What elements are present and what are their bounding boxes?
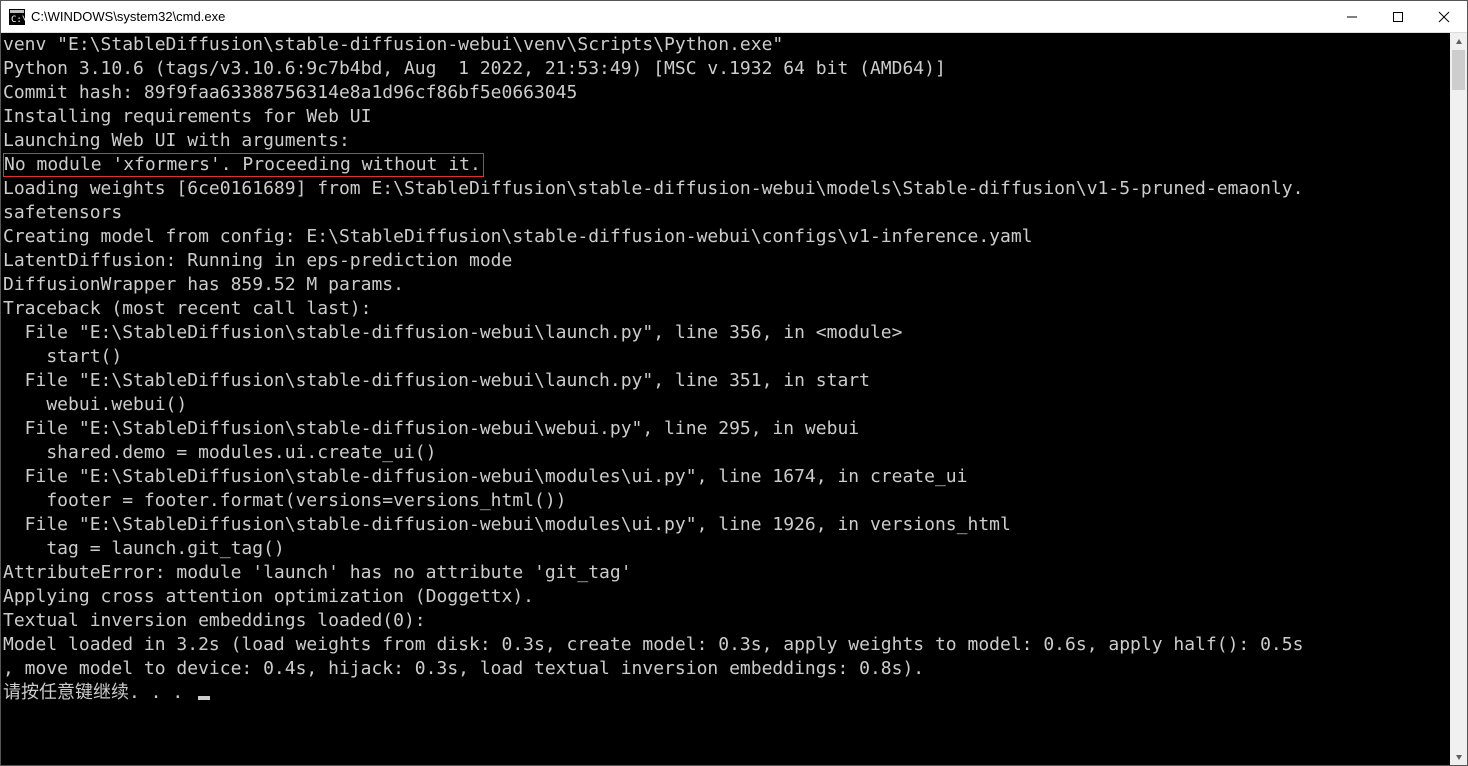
terminal-line: Launching Web UI with arguments: [3,129,1450,153]
terminal-line: Commit hash: 89f9faa63388756314e8a1d96cf… [3,81,1450,105]
terminal-line: Loading weights [6ce0161689] from E:\Sta… [3,177,1450,201]
scroll-thumb[interactable] [1452,50,1465,90]
terminal-line: File "E:\StableDiffusion\stable-diffusio… [3,465,1450,489]
svg-text:C:\: C:\ [11,15,25,25]
terminal-line: Traceback (most recent call last): [3,297,1450,321]
maximize-button[interactable] [1375,1,1421,33]
scroll-up-button[interactable] [1450,33,1467,50]
terminal-line: , move model to device: 0.4s, hijack: 0.… [3,657,1450,681]
terminal-line: 请按任意键继续. . . [3,681,1450,705]
cursor [198,696,210,700]
client-area: venv "E:\StableDiffusion\stable-diffusio… [1,33,1467,765]
terminal-line: Python 3.10.6 (tags/v3.10.6:9c7b4bd, Aug… [3,57,1450,81]
close-button[interactable] [1421,1,1467,33]
terminal-line: Textual inversion embeddings loaded(0): [3,609,1450,633]
terminal-line: File "E:\StableDiffusion\stable-diffusio… [3,369,1450,393]
titlebar[interactable]: C:\ C:\WINDOWS\system32\cmd.exe [1,1,1467,33]
cmd-icon: C:\ [9,9,25,25]
vertical-scrollbar[interactable] [1450,33,1467,765]
terminal-line: venv "E:\StableDiffusion\stable-diffusio… [3,33,1450,57]
terminal-line: DiffusionWrapper has 859.52 M params. [3,273,1450,297]
terminal-line: Creating model from config: E:\StableDif… [3,225,1450,249]
terminal-line: webui.webui() [3,393,1450,417]
terminal-line: safetensors [3,201,1450,225]
scroll-track[interactable] [1450,50,1467,748]
terminal-line: Installing requirements for Web UI [3,105,1450,129]
terminal-line: Model loaded in 3.2s (load weights from … [3,633,1450,657]
terminal-line: LatentDiffusion: Running in eps-predicti… [3,249,1450,273]
terminal-line: AttributeError: module 'launch' has no a… [3,561,1450,585]
terminal-line: File "E:\StableDiffusion\stable-diffusio… [3,513,1450,537]
terminal-line: shared.demo = modules.ui.create_ui() [3,441,1450,465]
terminal-line: start() [3,345,1450,369]
window-title: C:\WINDOWS\system32\cmd.exe [31,9,225,24]
terminal-line: footer = footer.format(versions=versions… [3,489,1450,513]
scroll-down-button[interactable] [1450,748,1467,765]
cmd-window: C:\ C:\WINDOWS\system32\cmd.exe venv "E:… [0,0,1468,766]
terminal-line: No module 'xformers'. Proceeding without… [3,153,1450,177]
minimize-button[interactable] [1329,1,1375,33]
terminal-line: File "E:\StableDiffusion\stable-diffusio… [3,321,1450,345]
terminal-line: Applying cross attention optimization (D… [3,585,1450,609]
terminal-output[interactable]: venv "E:\StableDiffusion\stable-diffusio… [1,33,1450,765]
terminal-line: tag = launch.git_tag() [3,537,1450,561]
highlighted-line: No module 'xformers'. Proceeding without… [3,153,484,177]
terminal-line: File "E:\StableDiffusion\stable-diffusio… [3,417,1450,441]
